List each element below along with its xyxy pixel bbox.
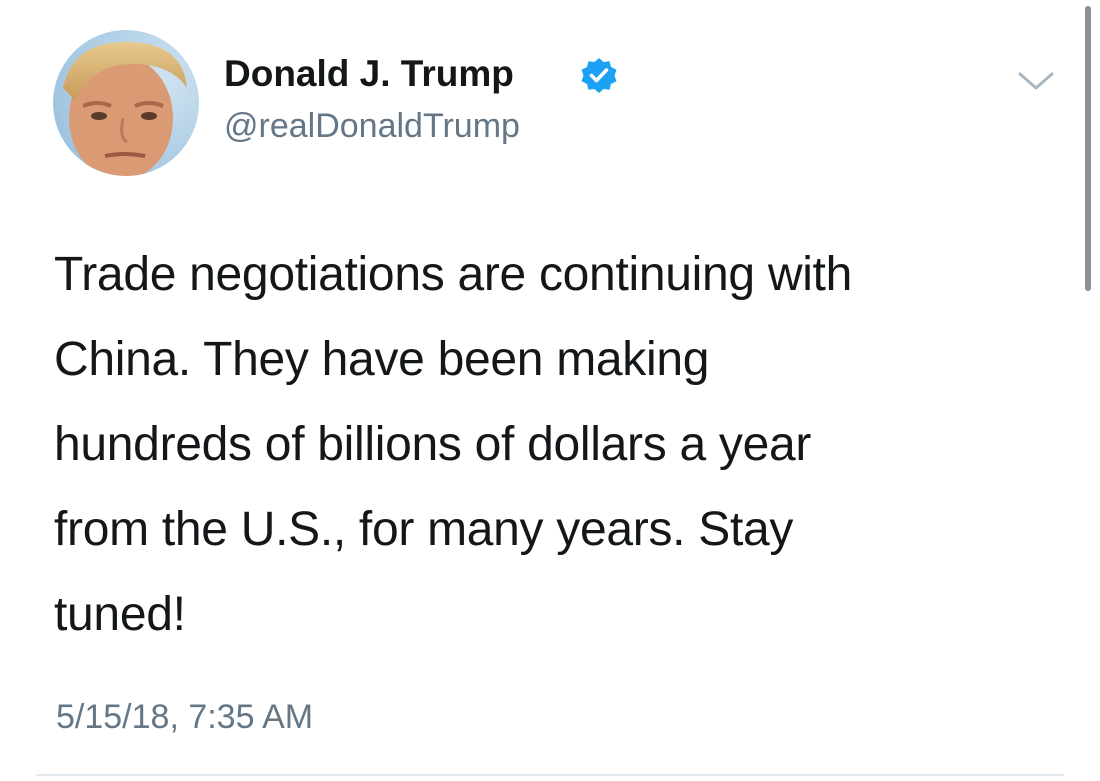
tweet-text: Trade negotiations are continuing with C… [54,232,1054,657]
author-handle[interactable]: @realDonaldTrump [224,104,520,148]
tweet-text-line: China. They have been making [54,333,710,386]
author-display-name[interactable]: Donald J. Trump [224,50,514,98]
chevron-down-icon[interactable] [1014,66,1058,96]
tweet-text-line: Trade negotiations are continuing with [54,248,852,301]
tweet-text-line: from the U.S., for many years. Stay [54,503,794,556]
divider [36,774,1064,776]
tweet-text-line: tuned! [54,588,186,641]
avatar-image [53,30,199,176]
tweet-text-line: hundreds of billions of dollars a year [54,418,812,471]
tweet-timestamp[interactable]: 5/15/18, 7:35 AM [56,695,313,739]
verified-badge-icon [581,58,617,93]
scrollbar[interactable] [1085,6,1091,291]
avatar[interactable] [53,30,199,176]
